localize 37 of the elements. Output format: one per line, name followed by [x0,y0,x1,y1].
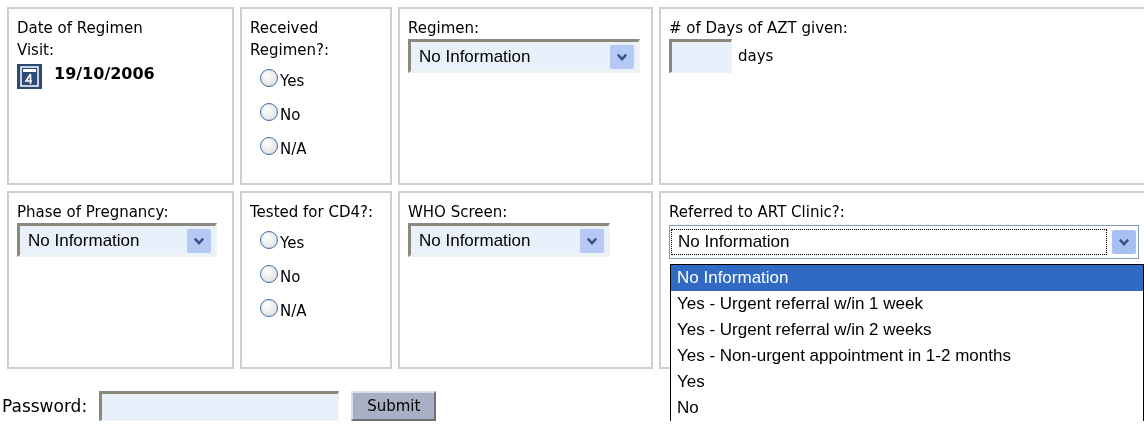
radio-label: N/A [280,302,307,320]
dropdown[interactable]: No Information [17,223,217,257]
field-label: Date of Regimen Visit: [17,18,144,61]
password-label: Password: [2,396,88,416]
field-label: Phase of Pregnancy: [17,202,170,223]
radio-label: Yes [280,234,305,252]
field-label: Referred to ART Clinic?: [669,202,846,223]
dropdown-option[interactable]: Yes [671,369,1143,395]
radio-label: No [280,268,301,286]
radio-button[interactable] [260,299,278,317]
dropdown[interactable]: No Information [408,39,640,73]
dropdown-option[interactable]: Yes - Urgent referral w/in 1 week [671,291,1143,317]
radio-label: Yes [280,72,305,90]
field-label: WHO Screen: [408,202,509,223]
dropdown-option[interactable]: Yes - Urgent referral w/in 2 weeks [671,317,1143,343]
field-label: # of Days of AZT given: [669,18,849,39]
radio-button[interactable] [260,103,278,121]
field-label: Regimen: [408,18,481,39]
dropdown-option[interactable]: No Information [671,265,1143,291]
dropdown[interactable]: No Information [408,223,610,257]
dropdown-option[interactable]: No [671,395,1143,421]
radio-button[interactable] [260,231,278,249]
submit-button[interactable]: Submit [351,391,437,421]
radio-button[interactable] [260,265,278,283]
calendar-icon[interactable] [17,64,42,89]
number-field[interactable] [669,39,732,73]
date-value: 19/10/2006 [54,64,155,84]
radio-label: No [280,106,301,124]
radio-button[interactable] [260,137,278,155]
dropdown-option[interactable]: Yes - Non-urgent appointment in 1-2 months [671,343,1143,369]
field-label: Received Regimen?: [250,18,331,61]
radio-button[interactable] [260,69,278,87]
dropdown[interactable]: No Information [669,225,1139,259]
unit-label: days [738,46,774,66]
radio-label: N/A [280,140,307,158]
field-label: Tested for CD4?: [250,202,375,223]
password-field[interactable] [99,391,340,421]
